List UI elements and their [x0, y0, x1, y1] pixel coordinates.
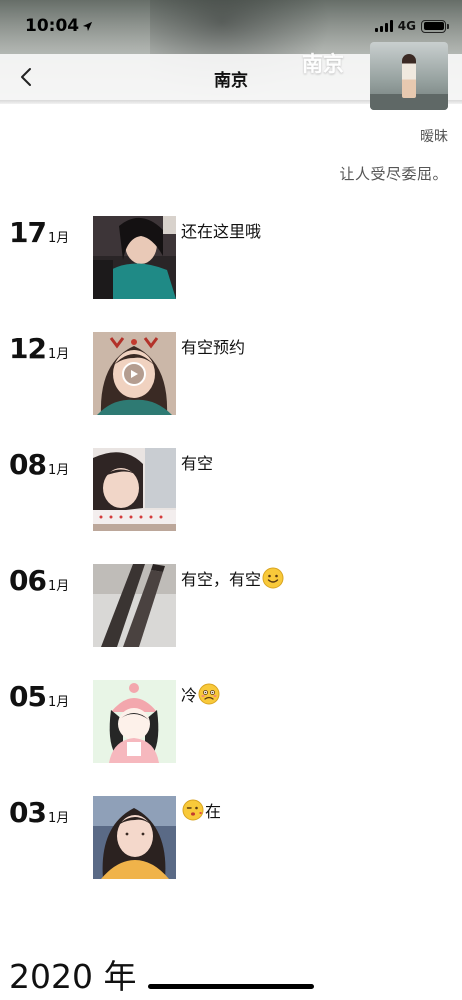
profile-nickname: 暧昧	[420, 129, 448, 145]
home-indicator	[148, 984, 314, 989]
play-icon	[122, 362, 146, 386]
post-day: 12	[9, 332, 47, 365]
post-day: 08	[9, 448, 47, 481]
post-date: 12 1月	[9, 332, 69, 365]
avatar[interactable]	[370, 42, 448, 110]
battery-icon	[421, 19, 449, 33]
post-caption: 有空	[181, 450, 213, 474]
post-illustration-thumbnail[interactable]	[93, 680, 176, 763]
post-date: 06 1月	[9, 564, 69, 597]
post-day: 06	[9, 564, 47, 597]
post-month: 1月	[47, 811, 70, 826]
status-indicators: 4G	[374, 19, 449, 33]
post-day: 05	[9, 680, 47, 713]
worried-emoji-icon	[198, 683, 220, 705]
post-caption-text: 在	[205, 802, 222, 821]
post-item[interactable]: 17 1月 还在这里哦	[0, 216, 462, 302]
wink-kiss-emoji-icon	[182, 799, 204, 821]
network-type: 4G	[397, 19, 416, 33]
year-section-label: 2020 年	[9, 957, 137, 996]
post-date: 03 1月	[9, 796, 69, 829]
post-item[interactable]: 08 1月 有空	[0, 448, 462, 534]
post-caption: 有空，有空	[181, 566, 285, 590]
post-caption-text: 还在这里哦	[181, 222, 262, 241]
post-caption: 有空预约	[181, 334, 245, 358]
post-thumbnail[interactable]	[93, 564, 176, 647]
post-item[interactable]: 12 1月 有空预约	[0, 332, 462, 418]
post-item[interactable]: 03 1月 在	[0, 796, 462, 882]
post-item[interactable]: 05 1月 冷	[0, 680, 462, 766]
post-thumbnail[interactable]	[93, 216, 176, 299]
post-caption-text: 有空，有空	[181, 570, 262, 589]
smile-emoji-icon	[262, 567, 284, 589]
location-arrow-icon	[83, 21, 93, 31]
post-month: 1月	[47, 347, 70, 362]
post-caption-text: 有空	[181, 454, 214, 473]
post-thumbnail[interactable]	[93, 796, 176, 879]
post-month: 1月	[47, 463, 70, 478]
post-month: 1月	[47, 695, 70, 710]
status-time: 10:04	[25, 16, 80, 36]
post-date: 05 1月	[9, 680, 69, 713]
cellular-signal-icon	[374, 20, 393, 32]
post-thumbnail[interactable]	[93, 448, 176, 531]
post-date: 08 1月	[9, 448, 69, 481]
post-day: 17	[9, 216, 47, 249]
post-month: 1月	[47, 231, 70, 246]
post-caption: 在	[181, 798, 221, 822]
post-caption-text: 有空预约	[181, 338, 246, 357]
post-video-thumbnail[interactable]	[93, 332, 176, 415]
cover-username: 南京	[302, 52, 344, 76]
post-caption: 冷	[181, 682, 221, 706]
post-month: 1月	[47, 579, 70, 594]
post-caption-text: 冷	[181, 686, 198, 705]
post-caption: 还在这里哦	[181, 218, 261, 242]
status-clock: 10:04	[25, 16, 93, 36]
post-day: 03	[9, 796, 47, 829]
post-date: 17 1月	[9, 216, 69, 249]
post-item[interactable]: 06 1月 有空，有空	[0, 564, 462, 650]
profile-signature: 让人受尽委屈。	[339, 165, 448, 183]
